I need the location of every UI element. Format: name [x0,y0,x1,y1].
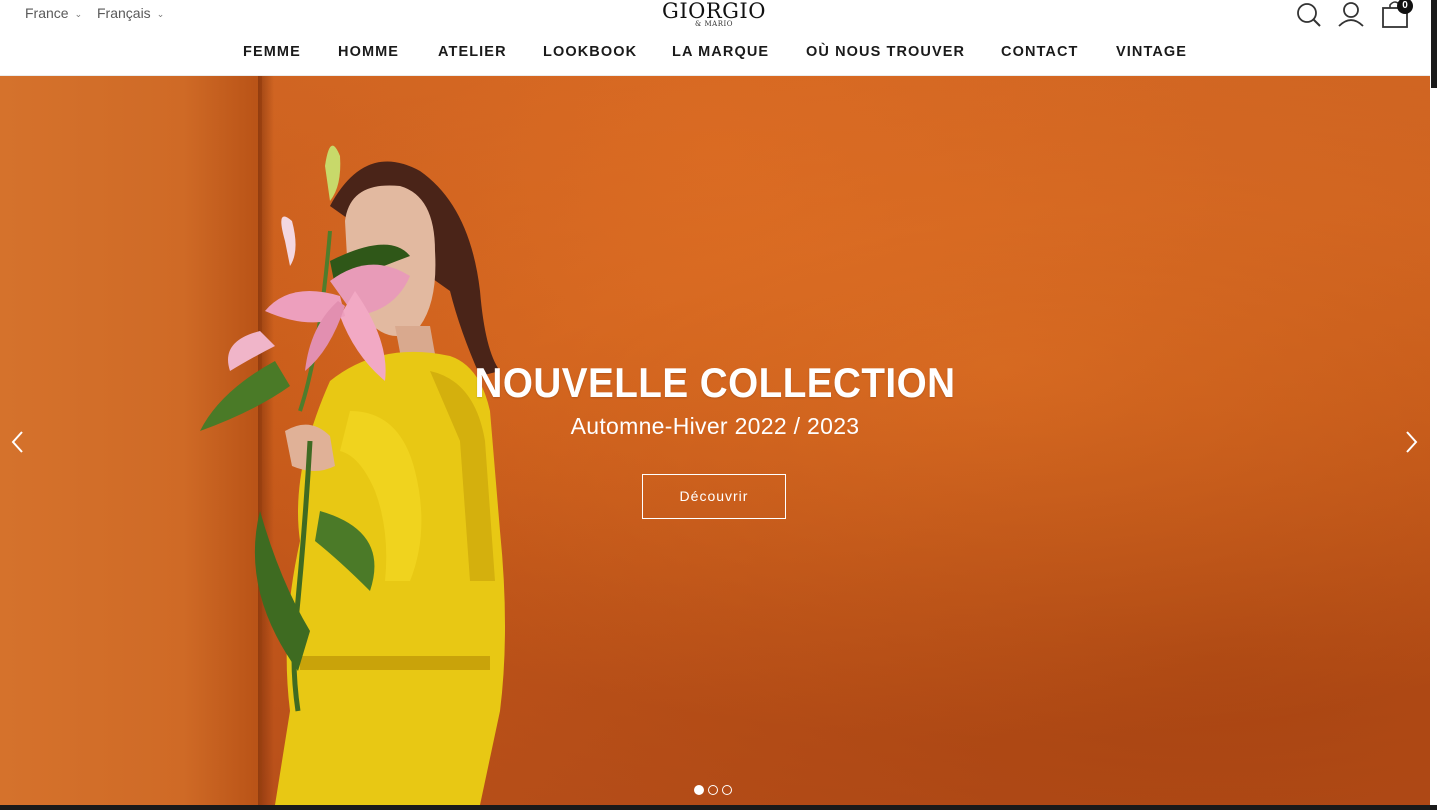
hero-model-image [200,145,505,805]
page: France ⌄ Français ⌄ GIORGIO & MARIO 0 FE… [0,0,1430,805]
slider-dot[interactable] [722,785,732,795]
account-button[interactable] [1336,0,1366,30]
cart-count-badge: 0 [1397,0,1413,14]
hero-subtitle: Automne-Hiver 2022 / 2023 [570,413,860,439]
nav-item-ou-nous-trouver[interactable]: OÙ NOUS TROUVER [806,44,965,60]
nav-item-vintage[interactable]: VINTAGE [1116,44,1187,60]
language-selector[interactable]: Français ⌄ [97,5,164,21]
slider-next-button[interactable] [1401,430,1421,454]
language-label: Français [97,5,151,21]
main-navigation: FEMME HOMME ATELIER LOOKBOOK LA MARQUE O… [0,44,1430,64]
country-selector[interactable]: France ⌄ [25,5,82,21]
nav-item-la-marque[interactable]: LA MARQUE [672,44,769,60]
country-label: France [25,5,69,21]
cart-button[interactable]: 0 [1380,0,1413,30]
search-icon [1297,3,1321,27]
nav-item-homme[interactable]: HOMME [338,44,399,60]
hero-title: NOUVELLE COLLECTION [474,359,956,406]
slider-prev-button[interactable] [8,430,28,454]
nav-item-contact[interactable]: CONTACT [1001,44,1079,60]
slider-dot[interactable] [694,785,704,795]
brand-logo[interactable]: GIORGIO & MARIO [662,0,766,28]
scrollbar[interactable] [1430,0,1437,88]
discover-button[interactable]: Découvrir [642,474,786,519]
chevron-down-icon: ⌄ [74,8,83,19]
slider-pagination [694,785,732,795]
chevron-down-icon: ⌄ [156,8,165,19]
slider-dot[interactable] [708,785,718,795]
site-header: France ⌄ Français ⌄ GIORGIO & MARIO 0 FE… [0,0,1430,76]
window-edge [1430,0,1437,810]
chevron-left-icon [11,431,23,453]
logo-wordmark: GIORGIO [662,0,766,23]
user-icon [1338,2,1364,27]
hero-caption: NOUVELLE COLLECTION Automne-Hiver 2022 /… [0,359,1430,441]
page-bottom-edge [0,805,1437,810]
nav-item-femme[interactable]: FEMME [243,44,301,60]
nav-item-lookbook[interactable]: LOOKBOOK [543,44,637,60]
search-button[interactable] [1294,0,1324,30]
chevron-right-icon [1406,431,1418,453]
hero-slider: NOUVELLE COLLECTION Automne-Hiver 2022 /… [0,76,1430,805]
nav-item-atelier[interactable]: ATELIER [438,44,507,60]
